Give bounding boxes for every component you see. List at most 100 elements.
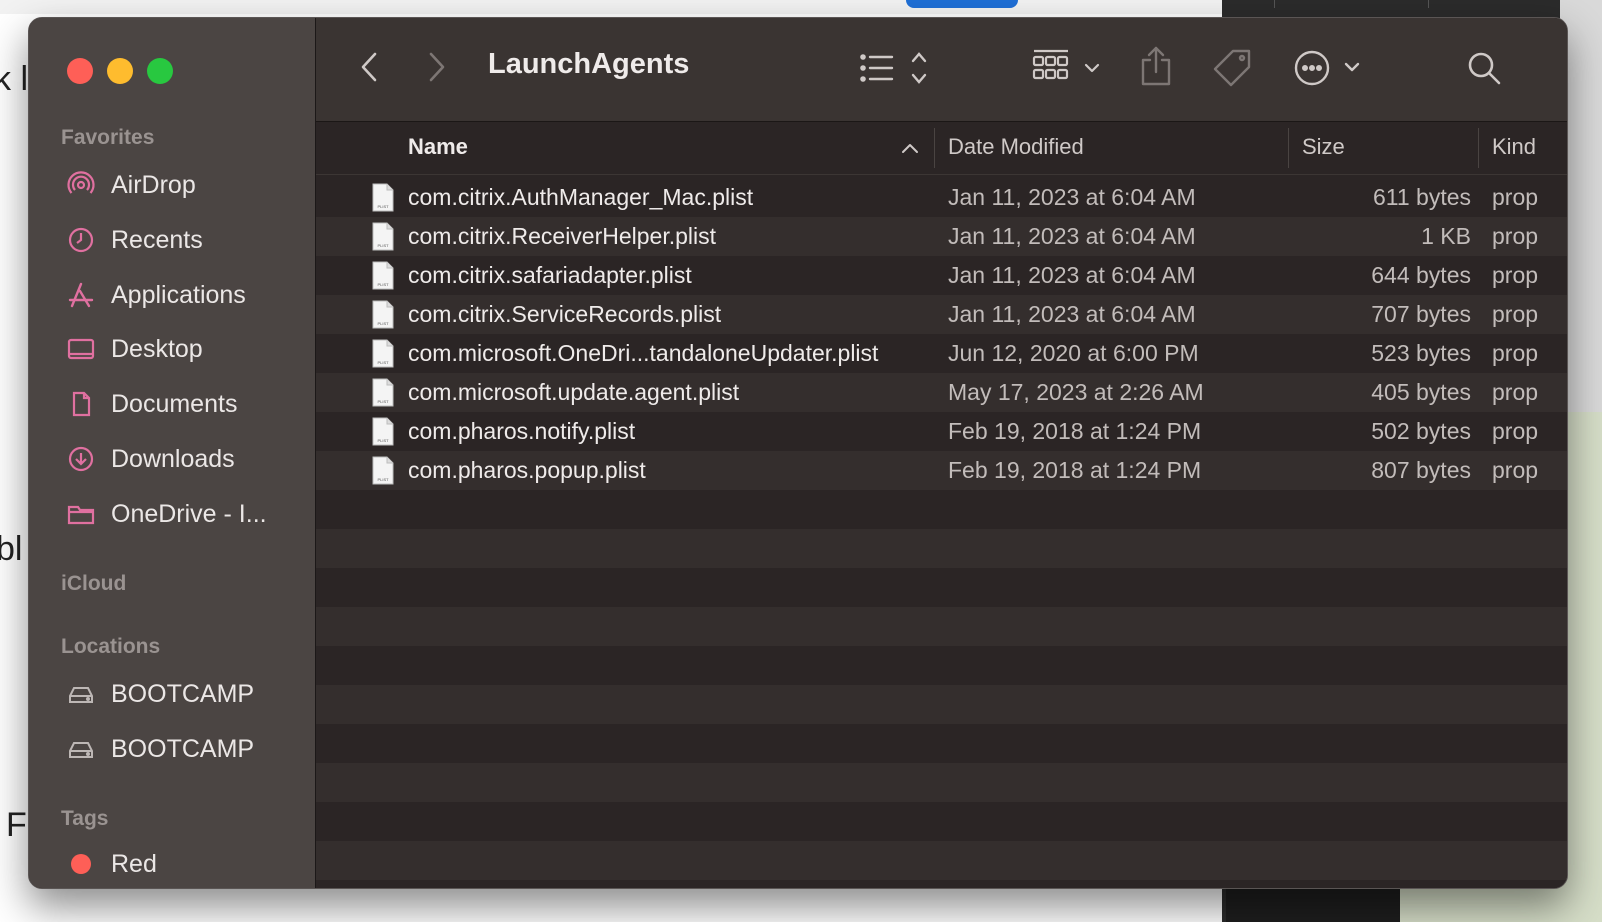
toolbar: LaunchAgents — [316, 18, 1567, 122]
sidebar-item-bootcamp[interactable]: BOOTCAMP — [65, 674, 305, 714]
minimize-button[interactable] — [107, 58, 133, 84]
plist-file-icon: PLIST — [372, 378, 394, 407]
svg-text:PLIST: PLIST — [377, 321, 389, 326]
finder-window: Favorites AirDrop Recents Applications D… — [28, 17, 1568, 889]
svg-text:PLIST: PLIST — [377, 282, 389, 287]
file-size: 405 bytes — [1371, 379, 1471, 405]
file-list: PLIST com.citrix.AuthManager_Mac.plist Jan… — [316, 178, 1567, 888]
sidebar-item-desktop[interactable]: Desktop — [65, 329, 305, 369]
ellipsis-circle-icon — [1294, 50, 1360, 86]
file-kind: prop — [1492, 262, 1539, 288]
tag-color-dot — [71, 854, 91, 874]
sidebar-item-label: Desktop — [111, 334, 203, 363]
empty-row-stripe — [316, 724, 1567, 763]
chevron-right-icon — [429, 52, 445, 82]
sidebar-item-label: Recents — [111, 225, 203, 254]
table-row[interactable]: PLIST com.pharos.notify.plist Feb 19, 2018… — [316, 412, 1567, 451]
sidebar-item-label: Downloads — [111, 444, 235, 473]
airdrop-icon — [65, 169, 97, 201]
file-browser: LaunchAgents Name Date Modified Size Kin… — [316, 18, 1567, 888]
sidebar-item-label: Applications — [111, 280, 246, 309]
background-dark-strip — [1226, 888, 1400, 922]
sidebar-item-recents[interactable]: Recents — [65, 220, 305, 260]
file-size: 502 bytes — [1371, 418, 1471, 444]
sidebar-section-locations: Locations — [61, 635, 161, 658]
sidebar-item-label: OneDrive - I... — [111, 499, 267, 528]
sidebar-item-label: BOOTCAMP — [111, 734, 255, 763]
disk-icon — [65, 733, 97, 765]
search-button[interactable] — [1464, 48, 1504, 88]
svg-text:PLIST: PLIST — [377, 477, 389, 482]
sidebar-item-onedrive[interactable]: OneDrive - I... — [65, 494, 305, 534]
applications-icon — [65, 279, 97, 311]
sidebar-item-applications[interactable]: Applications — [65, 275, 305, 315]
column-separator[interactable] — [1478, 128, 1479, 168]
table-row[interactable]: PLIST com.citrix.safariadapter.plist Jan 1… — [316, 256, 1567, 295]
empty-row-stripe — [316, 841, 1567, 880]
sidebar-section-favorites: Favorites — [61, 126, 155, 149]
file-date-modified: May 17, 2023 at 2:26 AM — [948, 379, 1204, 405]
column-separator[interactable] — [1288, 128, 1289, 168]
download-icon — [65, 443, 97, 475]
file-date-modified: Jan 11, 2023 at 6:04 AM — [948, 301, 1196, 327]
background-text: F — [6, 806, 27, 844]
close-button[interactable] — [67, 58, 93, 84]
column-separator[interactable] — [934, 128, 935, 168]
document-icon — [65, 388, 97, 420]
plist-file-icon: PLIST — [372, 300, 394, 329]
file-kind: prop — [1492, 379, 1539, 405]
file-kind: prop — [1492, 184, 1539, 210]
share-button[interactable] — [1138, 44, 1174, 88]
column-date-header[interactable]: Date Modified — [948, 134, 1084, 160]
file-name: com.microsoft.OneDri...tandaloneUpdater.… — [408, 340, 879, 366]
view-options-button[interactable] — [858, 50, 932, 86]
group-by-button[interactable] — [1032, 48, 1106, 88]
file-date-modified: Jan 11, 2023 at 6:04 AM — [948, 184, 1196, 210]
plist-file-icon: PLIST — [372, 261, 394, 290]
back-button[interactable] — [354, 50, 384, 84]
file-name: com.citrix.safariadapter.plist — [408, 262, 692, 288]
file-date-modified: Feb 19, 2018 at 1:24 PM — [948, 418, 1202, 444]
sidebar: Favorites AirDrop Recents Applications D… — [29, 18, 316, 888]
tag-button[interactable] — [1212, 48, 1254, 88]
sidebar-item-label: Red — [111, 849, 157, 878]
table-row[interactable]: PLIST com.microsoft.OneDri...tandaloneUpd… — [316, 334, 1567, 373]
file-size: 523 bytes — [1371, 340, 1471, 366]
more-actions-button[interactable] — [1294, 48, 1366, 88]
plist-file-icon: PLIST — [372, 222, 394, 251]
file-name: com.citrix.AuthManager_Mac.plist — [408, 184, 754, 210]
file-name: com.pharos.popup.plist — [408, 457, 646, 483]
table-row[interactable]: PLIST com.pharos.popup.plist Feb 19, 2018 … — [316, 451, 1567, 490]
sidebar-item-airdrop[interactable]: AirDrop — [65, 165, 305, 205]
file-date-modified: Jun 12, 2020 at 6:00 PM — [948, 340, 1199, 366]
column-size-header[interactable]: Size — [1302, 134, 1345, 160]
file-size: 807 bytes — [1371, 457, 1471, 483]
svg-text:PLIST: PLIST — [377, 360, 389, 365]
file-size: 1 KB — [1421, 223, 1471, 249]
list-view-icon — [860, 52, 927, 84]
sidebar-item-documents[interactable]: Documents — [65, 384, 305, 424]
forward-button[interactable] — [422, 50, 452, 84]
table-row[interactable]: PLIST com.citrix.AuthManager_Mac.plist Jan… — [316, 178, 1567, 217]
zoom-button[interactable] — [147, 58, 173, 84]
plist-file-icon: PLIST — [372, 339, 394, 368]
table-row[interactable]: PLIST com.citrix.ServiceRecords.plist Jan … — [316, 295, 1567, 334]
table-row[interactable]: PLIST com.microsoft.update.agent.plist May… — [316, 373, 1567, 412]
column-kind-header[interactable]: Kind — [1492, 134, 1536, 160]
sidebar-item-bootcamp[interactable]: BOOTCAMP — [65, 729, 305, 769]
search-icon — [1468, 52, 1501, 85]
sidebar-section-icloud: iCloud — [61, 572, 127, 595]
sidebar-item-downloads[interactable]: Downloads — [65, 439, 305, 479]
plist-file-icon: PLIST — [372, 183, 394, 212]
file-date-modified: Feb 19, 2018 at 1:24 PM — [948, 457, 1202, 483]
sidebar-item-tag-red[interactable]: Red — [65, 844, 305, 884]
desktop-icon — [65, 333, 97, 365]
chevron-left-icon — [361, 52, 377, 82]
table-row[interactable]: PLIST com.citrix.ReceiverHelper.plist Jan … — [316, 217, 1567, 256]
sidebar-item-label: AirDrop — [111, 170, 196, 199]
file-kind: prop — [1492, 340, 1539, 366]
plist-file-icon: PLIST — [372, 417, 394, 446]
column-name-header[interactable]: Name — [408, 134, 468, 160]
share-icon — [1141, 46, 1171, 86]
file-date-modified: Jan 11, 2023 at 6:04 AM — [948, 262, 1196, 288]
